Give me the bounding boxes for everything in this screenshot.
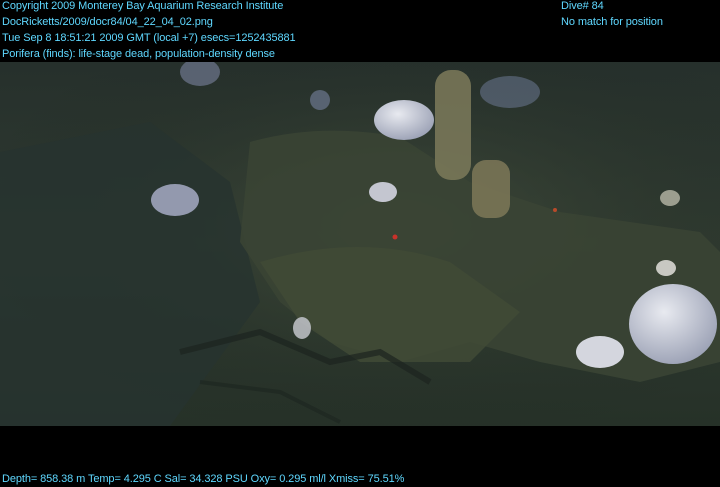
seafloor-photo bbox=[0, 62, 720, 426]
tube-sponge bbox=[472, 160, 510, 218]
telemetry-text: Depth= 858.38 m Temp= 4.295 C Sal= 34.32… bbox=[2, 473, 405, 485]
white-sponge bbox=[293, 317, 311, 339]
white-sponge bbox=[660, 190, 680, 206]
annotation-text: Porifera (finds): life-stage dead, popul… bbox=[2, 48, 275, 60]
white-sponge bbox=[480, 76, 540, 108]
white-sponge bbox=[576, 336, 624, 368]
white-sponge bbox=[374, 100, 434, 140]
white-sponge bbox=[151, 184, 199, 216]
red-organism bbox=[553, 208, 557, 212]
red-organism bbox=[392, 234, 398, 240]
white-sponge bbox=[369, 182, 397, 202]
white-sponge bbox=[656, 260, 676, 276]
copyright-text: Copyright 2009 Monterey Bay Aquarium Res… bbox=[2, 0, 284, 12]
white-sponge bbox=[629, 284, 717, 364]
dive-number-text: Dive# 84 bbox=[561, 0, 604, 12]
tube-sponge bbox=[435, 70, 471, 180]
position-status-text: No match for position bbox=[561, 16, 663, 28]
timestamp-text: Tue Sep 8 18:51:21 2009 GMT (local +7) e… bbox=[2, 32, 296, 44]
file-path-text: DocRicketts/2009/docr84/04_22_04_02.png bbox=[2, 16, 213, 28]
white-sponge bbox=[310, 90, 330, 110]
